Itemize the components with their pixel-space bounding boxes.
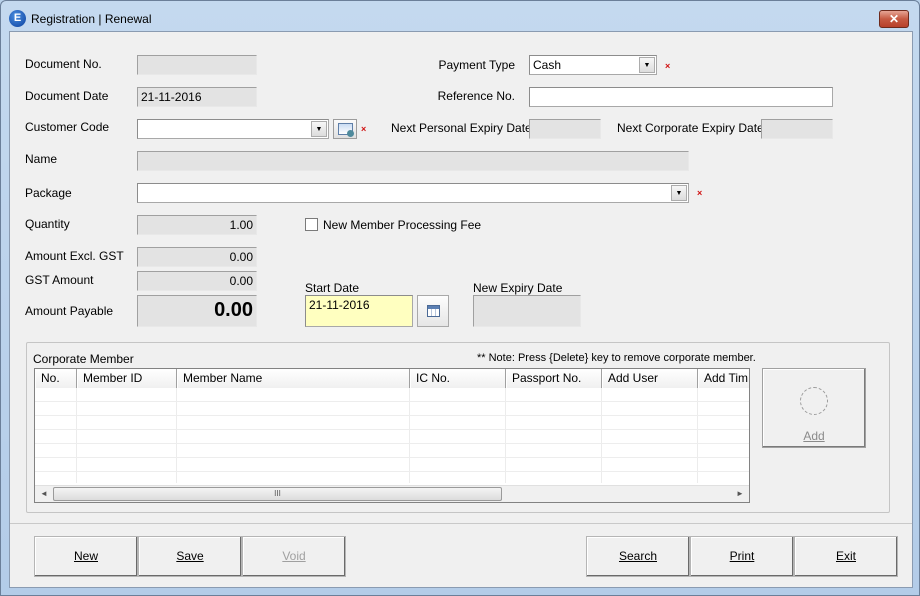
print-button-label: Print (729, 549, 755, 563)
start-date-field[interactable]: 21-11-2016 (305, 295, 413, 327)
calendar-icon (427, 305, 440, 317)
payment-type-combo[interactable]: Cash ▼ (529, 55, 657, 75)
next-personal-expiry-label: Next Personal Expiry Date (391, 121, 532, 135)
title-bar[interactable]: E Registration | Renewal ✕ (1, 1, 919, 35)
quantity-label: Quantity (25, 217, 70, 231)
column-header-member-id[interactable]: Member ID (77, 369, 177, 388)
customer-code-combo[interactable]: ▼ (137, 119, 329, 139)
quantity-field[interactable]: 1.00 (137, 215, 257, 235)
exit-button[interactable]: Exit (794, 536, 898, 577)
next-corporate-expiry-label: Next Corporate Expiry Date (617, 121, 764, 135)
start-date-label: Start Date (305, 281, 360, 295)
table-row[interactable] (35, 430, 749, 444)
amount-payable-label: Amount Payable (25, 304, 114, 318)
payment-type-value: Cash (533, 58, 562, 72)
amount-excl-gst-label: Amount Excl. GST (25, 249, 124, 263)
gst-amount-label: GST Amount (25, 273, 94, 287)
close-button[interactable]: ✕ (879, 10, 909, 28)
payment-type-label: Payment Type (438, 58, 516, 72)
required-marker: × (665, 61, 671, 71)
grid-header: No. Member ID Member Name IC No. Passpor… (35, 369, 749, 388)
start-date-calendar-button[interactable] (417, 295, 449, 327)
next-personal-expiry-field[interactable] (529, 119, 601, 139)
required-marker: × (697, 188, 703, 198)
new-expiry-date-label: New Expiry Date (473, 281, 563, 295)
required-marker: × (361, 124, 367, 134)
name-field[interactable] (137, 151, 689, 171)
amount-excl-gst-field[interactable]: 0.00 (137, 247, 257, 267)
void-button[interactable]: Void (242, 536, 346, 577)
table-row[interactable] (35, 444, 749, 458)
reference-no-label: Reference No. (437, 89, 515, 103)
form-body: Document No. Document Date 21-11-2016 Cu… (9, 31, 913, 588)
new-member-fee-label[interactable]: New Member Processing Fee (323, 218, 481, 232)
save-button-label: Save (176, 549, 204, 563)
close-icon: ✕ (888, 12, 900, 26)
registration-window: E Registration | Renewal ✕ Document No. … (0, 0, 920, 596)
package-combo[interactable]: ▼ (137, 183, 689, 203)
add-button-label: Add (803, 429, 825, 443)
table-row[interactable] (35, 402, 749, 416)
search-button-label: Search (618, 549, 658, 563)
customer-lookup-button[interactable] (333, 119, 357, 139)
corporate-member-title: Corporate Member (33, 352, 134, 366)
chevron-down-icon[interactable]: ▼ (639, 57, 655, 73)
document-date-field[interactable]: 21-11-2016 (137, 87, 257, 107)
new-expiry-date-field[interactable] (473, 295, 581, 327)
new-button[interactable]: New (34, 536, 138, 577)
print-button[interactable]: Print (690, 536, 794, 577)
table-row[interactable] (35, 416, 749, 430)
column-header-no[interactable]: No. (35, 369, 77, 388)
corporate-note: ** Note: Press {Delete} key to remove co… (477, 352, 756, 364)
chevron-down-icon[interactable]: ▼ (311, 121, 327, 137)
gst-amount-field[interactable]: 0.00 (137, 271, 257, 291)
exit-button-label: Exit (835, 549, 856, 563)
chevron-down-icon[interactable]: ▼ (671, 185, 687, 201)
window-title: Registration | Renewal (31, 12, 152, 26)
document-date-label: Document Date (25, 89, 109, 103)
customer-code-label: Customer Code (25, 120, 110, 134)
column-header-add-user[interactable]: Add User (602, 369, 698, 388)
corporate-member-grid[interactable]: No. Member ID Member Name IC No. Passpor… (34, 368, 750, 503)
save-button[interactable]: Save (138, 536, 242, 577)
table-row[interactable] (35, 458, 749, 472)
column-header-member-name[interactable]: Member Name (177, 369, 410, 388)
column-header-add-time[interactable]: Add Tim (698, 369, 749, 388)
document-no-field[interactable] (137, 55, 257, 75)
add-corporate-member-button[interactable]: Add (762, 368, 866, 448)
horizontal-scrollbar[interactable]: ◄ III ► (35, 485, 749, 502)
name-label: Name (25, 152, 58, 166)
search-button[interactable]: Search (586, 536, 690, 577)
scroll-left-icon[interactable]: ◄ (37, 488, 51, 500)
add-placeholder-icon (800, 387, 828, 415)
scroll-right-icon[interactable]: ► (733, 488, 747, 500)
lookup-icon (338, 123, 354, 137)
table-row[interactable] (35, 388, 749, 402)
app-icon: E (9, 10, 26, 27)
package-label: Package (25, 186, 72, 200)
action-bar: New Save Void Search Print Exit (10, 523, 912, 587)
new-button-label: New (73, 549, 98, 563)
document-no-label: Document No. (25, 57, 102, 71)
new-member-fee-checkbox[interactable] (305, 218, 318, 231)
next-corporate-expiry-field[interactable] (761, 119, 833, 139)
grip-icon: III (274, 489, 281, 498)
column-header-passport-no[interactable]: Passport No. (506, 369, 602, 388)
scrollbar-thumb[interactable]: III (53, 487, 502, 501)
column-header-ic-no[interactable]: IC No. (410, 369, 506, 388)
amount-payable-field[interactable]: 0.00 (137, 295, 257, 327)
void-button-label: Void (282, 549, 306, 563)
reference-no-field[interactable] (529, 87, 833, 107)
